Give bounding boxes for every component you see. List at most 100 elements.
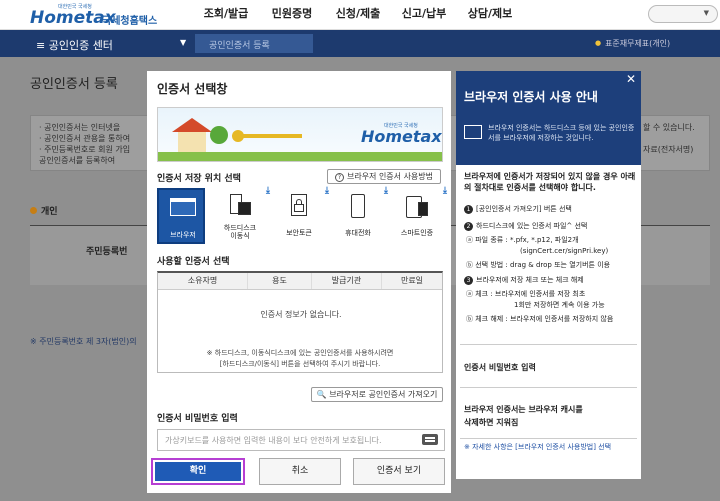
import-button-label: 브라우저로 공인인증서 가져오기 bbox=[329, 390, 438, 399]
guide-step-2-type: ⓐ 파일 종류 : *.pfx, *.p12, 파일2개 bbox=[466, 236, 579, 244]
guide-description: 브라우저 인증서는 하드디스크 등에 있는 공인인증서를 브라우저에 저장하는 … bbox=[488, 124, 635, 142]
column-owner[interactable]: 소유자명 bbox=[158, 273, 248, 289]
divider bbox=[460, 438, 637, 439]
password-placeholder: 가상키보드를 사용하면 입력한 내용이 보다 안전하게 보호됩니다. bbox=[165, 436, 382, 445]
column-usage[interactable]: 용도 bbox=[248, 273, 312, 289]
harddisk-note: ※ 하드디스크, 이동식디스크에 있는 공인인증서를 사용하시려면 [하드디스크… bbox=[157, 348, 443, 370]
divider bbox=[460, 387, 637, 388]
divider bbox=[460, 344, 637, 345]
menu-item-consult[interactable]: 상담/제보 bbox=[460, 0, 520, 30]
select-label: 사용할 인증서 선택 bbox=[157, 257, 230, 267]
info-line: 공인인증서를 등록하여 bbox=[39, 156, 116, 165]
guide-step-1: 1 [공인인증서 가져오기] 버튼 선택 bbox=[464, 204, 572, 214]
virtual-keyboard-icon[interactable] bbox=[422, 434, 438, 445]
location-harddisk[interactable]: ⤓ 하드디스크 이동식 bbox=[216, 186, 270, 244]
section-title: 개인 bbox=[30, 204, 58, 217]
menu-item-certificate[interactable]: 민원증명 bbox=[262, 0, 322, 30]
note-line: [하드디스크/이동식] 버튼을 선택하여 주시기 바랍니다. bbox=[219, 360, 381, 368]
download-icon: ⤓ bbox=[266, 186, 270, 196]
bullet-icon: ● bbox=[595, 39, 602, 47]
guide-title: 브라우저 인증서 사용 안내 bbox=[464, 90, 598, 104]
info-line-right: 할 수 있습니다. bbox=[643, 123, 695, 132]
guide-step-3-check: ⓐ 체크 : 브라우저에 인증서를 저장 최초 bbox=[466, 290, 586, 298]
question-icon: ? bbox=[334, 173, 344, 182]
close-icon[interactable]: ✕ bbox=[626, 72, 636, 86]
guide-cache-line-1: 브라우저 인증서는 브라우저 캐시를 bbox=[464, 405, 583, 414]
chevron-down-icon[interactable]: ▼ bbox=[180, 38, 186, 47]
nav-title[interactable]: ≡ 공인인증 센터 bbox=[36, 37, 113, 53]
info-line: · 주민등록번호로 회원 가입 bbox=[39, 145, 131, 154]
tree-icon bbox=[210, 126, 228, 144]
cancel-button[interactable]: 취소 bbox=[259, 458, 341, 485]
hometax-logo[interactable]: 대한민국 국세청 Hometax 국세청홈택스 bbox=[30, 3, 165, 28]
location-mobile[interactable]: ⤓ 휴대전화 bbox=[334, 186, 388, 244]
sub-navbar: ≡ 공인인증 센터 ▼ 공인인증서 등록 ● 표준재무제표(개인) bbox=[0, 30, 720, 57]
location-security-token[interactable]: ⤓ 보안토큰 bbox=[275, 186, 329, 244]
step-1-text: [공인인증서 가져오기] 버튼 선택 bbox=[476, 205, 572, 213]
guide-password-title: 인증서 비밀번호 입력 bbox=[464, 363, 536, 372]
step-2-text: 하드디스크에 있는 인증서 파일^ 선택 bbox=[476, 222, 588, 230]
location-browser[interactable]: 브라우저 bbox=[157, 188, 205, 244]
guide-intro: 브라우저에 인증서가 저장되어 있지 않을 경우 아래의 절차대로 인증서를 선… bbox=[464, 172, 636, 192]
dialog-title: 인증서 선택창 bbox=[157, 82, 228, 96]
lock-icon bbox=[286, 194, 312, 216]
step-3-text: 브라우저에 저장 체크 또는 체크 해제 bbox=[476, 276, 584, 284]
smart-device-icon bbox=[404, 194, 430, 218]
top-header: 대한민국 국세청 Hometax 국세청홈택스 조회/발급 민원증명 신청/제출… bbox=[0, 0, 720, 30]
computer-icon bbox=[464, 125, 482, 139]
location-label-mobile: 휴대전화 bbox=[345, 229, 371, 237]
search-icon: 🔍 bbox=[316, 390, 330, 399]
top-select-dropdown[interactable]: ▼ bbox=[648, 5, 718, 23]
page-note: ※ 주민등록번호 제 3자(법인)의 bbox=[30, 337, 137, 346]
password-label: 인증서 비밀번호 입력 bbox=[157, 414, 238, 424]
harddisk-icon bbox=[227, 194, 253, 216]
guide-header: ✕ 브라우저 인증서 사용 안내 브라우저 인증서는 하드디스크 등에 있는 공… bbox=[456, 71, 641, 165]
info-line: · 공인인증서 관용을 통하여 bbox=[39, 134, 131, 143]
house-roof-icon bbox=[172, 118, 212, 132]
step-2-icon: 2 bbox=[464, 222, 473, 231]
location-label-smart: 스마트인증 bbox=[400, 229, 434, 237]
step-3-icon: 3 bbox=[464, 276, 473, 285]
browser-window-icon bbox=[170, 196, 196, 218]
empty-message: 인증서 정보가 없습니다. bbox=[260, 310, 342, 319]
browser-help-button[interactable]: ? 브라우저 인증서 사용방법 bbox=[327, 169, 441, 184]
key-icon bbox=[232, 130, 306, 142]
step-1-icon: 1 bbox=[464, 205, 473, 214]
info-line-right: 자료(전자서명) bbox=[643, 145, 694, 154]
guide-cache-line-2: 삭제하면 지워짐 bbox=[464, 418, 519, 427]
download-icon: ⤓ bbox=[384, 186, 388, 196]
location-smart-cert[interactable]: ⤓ 스마트인증 bbox=[393, 186, 447, 244]
menu-item-report[interactable]: 신고/납부 bbox=[394, 0, 454, 30]
guide-detail-link[interactable]: ※ 자세한 사항은 [브라우저 인증서 사용방법] 선택 bbox=[464, 442, 611, 452]
storage-location-selector: 브라우저 ⤓ 하드디스크 이동식 ⤓ 보안토큰 ⤓ 휴대전화 ⤓ 스마트인증 bbox=[157, 186, 447, 244]
location-label-browser: 브라우저 bbox=[170, 231, 196, 239]
menu-item-inquiry[interactable]: 조회/발급 bbox=[196, 0, 256, 30]
guide-step-3-uncheck: ⓑ 체크 해제 : 브라우저에 인증서를 저장하지 않음 bbox=[466, 315, 614, 323]
banner-logo: Hometax bbox=[361, 127, 442, 146]
password-input[interactable]: 가상키보드를 사용하면 입력한 내용이 보다 안전하게 보호됩니다. bbox=[157, 429, 445, 451]
guide-step-2-method: ⓑ 선택 방법 : drag & drop 또는 열기버튼 이용 bbox=[466, 261, 611, 269]
mobile-phone-icon bbox=[345, 194, 371, 218]
note-line: ※ 하드디스크, 이동식디스크에 있는 공인인증서를 사용하시려면 bbox=[206, 349, 394, 357]
guide-step-3-check-2: 1회만 저장하면 계속 이용 가능 bbox=[514, 301, 605, 309]
guide-step-2: 2 하드디스크에 있는 인증서 파일^ 선택 bbox=[464, 221, 587, 231]
field-label: 주민등록번 bbox=[86, 247, 128, 257]
import-to-browser-button[interactable]: 🔍 브라우저로 공인인증서 가져오기 bbox=[311, 387, 443, 402]
bullet-icon bbox=[30, 207, 37, 214]
breadcrumb[interactable]: 공인인증서 등록 bbox=[195, 34, 313, 53]
column-expiry[interactable]: 만료일 bbox=[382, 273, 442, 289]
location-label: 인증서 저장 위치 선택 bbox=[157, 174, 241, 184]
section-label: 개인 bbox=[41, 207, 58, 217]
nav-right-link[interactable]: 표준재무제표(개인) bbox=[605, 38, 670, 49]
page-title: 공인인증서 등록 bbox=[30, 77, 118, 92]
download-icon: ⤓ bbox=[443, 186, 447, 196]
browser-cert-guide: ✕ 브라우저 인증서 사용 안내 브라우저 인증서는 하드디스크 등에 있는 공… bbox=[456, 71, 641, 479]
view-certificate-button[interactable]: 인증서 보기 bbox=[353, 458, 445, 485]
confirm-button[interactable]: 확인 bbox=[151, 458, 245, 485]
chevron-down-icon: ▼ bbox=[703, 9, 709, 17]
menu-item-apply[interactable]: 신청/제출 bbox=[328, 0, 388, 30]
table-header: 소유자명 용도 발급기관 만료일 bbox=[158, 273, 442, 290]
info-line: · 공인인증서는 인터넷을 bbox=[39, 123, 121, 132]
column-issuer[interactable]: 발급기관 bbox=[312, 273, 382, 289]
grass-decoration bbox=[158, 152, 442, 161]
